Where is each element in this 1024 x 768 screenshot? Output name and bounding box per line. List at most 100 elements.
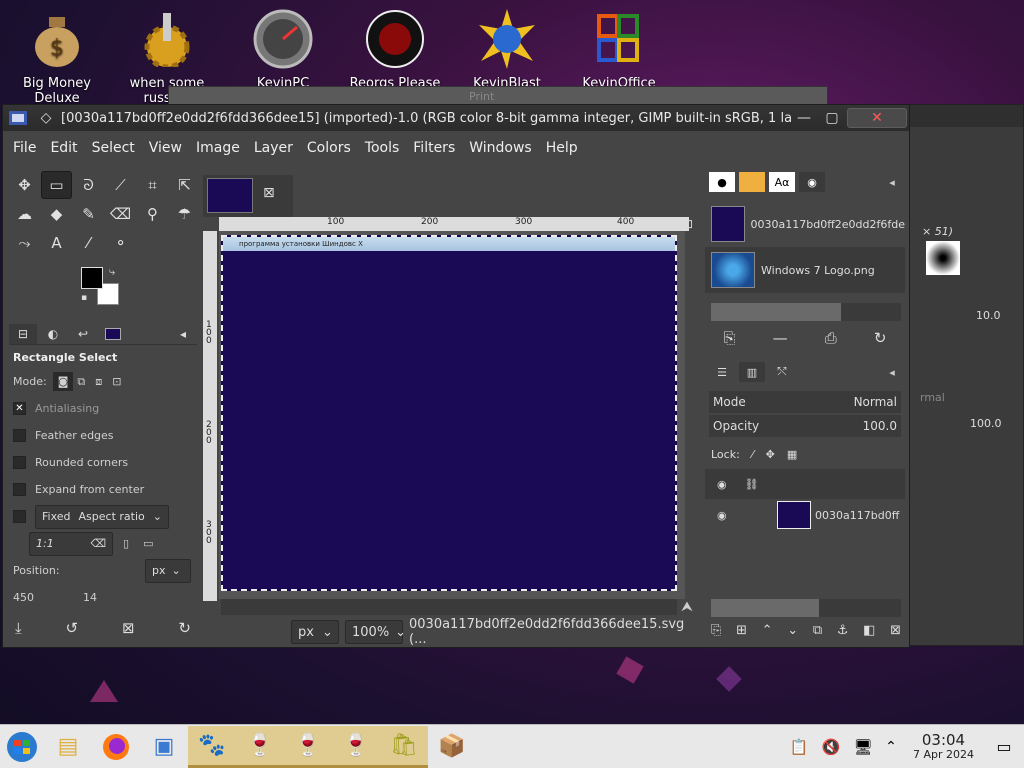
- menu-colors[interactable]: Colors: [307, 140, 351, 156]
- transform-tool-icon[interactable]: ⇱: [169, 171, 200, 199]
- feather-row[interactable]: Feather edges: [9, 422, 197, 449]
- portrait-icon[interactable]: ▯: [123, 537, 129, 550]
- lasso-tool-icon[interactable]: ᘐ: [73, 171, 104, 199]
- duplicate-layer-icon[interactable]: ⧉: [813, 623, 822, 638]
- clipboard-icon[interactable]: 📋: [783, 726, 815, 768]
- maximize-icon[interactable]: ▢: [819, 108, 845, 128]
- fixed-checkbox[interactable]: [13, 510, 26, 523]
- channels-tab-icon[interactable]: ▥: [739, 362, 765, 382]
- wine-task-icon[interactable]: 🍷: [332, 725, 380, 768]
- firefox-icon[interactable]: [92, 726, 140, 768]
- status-unit-combo[interactable]: px ⌄: [291, 620, 339, 644]
- rect-select-tool-icon[interactable]: ▭: [41, 171, 72, 199]
- color-picker-icon[interactable]: ⁄: [73, 229, 104, 257]
- menu-image[interactable]: Image: [196, 140, 240, 156]
- close-icon[interactable]: ✕: [847, 108, 907, 128]
- antialiasing-checkbox[interactable]: ✕: [13, 402, 26, 415]
- background-gimp-window[interactable]: × 51) 10.0 rmal 100.0: [905, 104, 1024, 646]
- mode-intersect-icon[interactable]: ⊡: [112, 375, 121, 388]
- image-tab[interactable]: ⊠: [203, 175, 293, 217]
- device-status-tab-icon[interactable]: ◐: [39, 324, 67, 344]
- antialiasing-row[interactable]: ✕ Antialiasing: [9, 395, 197, 422]
- rounded-checkbox[interactable]: [13, 456, 26, 469]
- desktop-icon-kevinoffice[interactable]: KevinOffice: [564, 8, 674, 91]
- mask-icon[interactable]: ◧: [863, 623, 875, 638]
- desktop-icon-reorgs[interactable]: Reorgs Please: [340, 8, 450, 91]
- smudge-tool-icon[interactable]: ☂: [169, 200, 200, 228]
- volume-muted-icon[interactable]: 🔇: [815, 726, 847, 768]
- start-button[interactable]: [0, 726, 44, 768]
- fonts-tab-icon[interactable]: Aα: [769, 172, 795, 192]
- text-tool-icon[interactable]: A: [41, 229, 72, 257]
- layers-tab-icon[interactable]: ☰: [709, 362, 735, 382]
- fixed-aspect-combo[interactable]: Fixed Aspect ratio ⌄: [35, 504, 169, 529]
- desktop-icon-kevinblast[interactable]: KevinBlast: [452, 8, 562, 91]
- images-list-item[interactable]: 0030a117bd0ff2e0dd2f6fde: [705, 201, 905, 247]
- zoom-tool-icon[interactable]: ⚬: [105, 229, 136, 257]
- menu-layer[interactable]: Layer: [254, 140, 293, 156]
- layers-scrollbar[interactable]: [711, 599, 901, 617]
- raise-layer-icon[interactable]: ⌃: [762, 623, 773, 638]
- images-tab-icon[interactable]: [99, 324, 127, 344]
- file-manager-icon[interactable]: ▤: [44, 726, 92, 768]
- delete-layer-icon[interactable]: ⊠: [890, 623, 901, 638]
- paintbrush-icon[interactable]: ✎: [73, 200, 104, 228]
- lower-layer-icon[interactable]: ⌄: [787, 623, 798, 638]
- mode-replace-icon[interactable]: ◙: [52, 372, 74, 391]
- move-tool-icon[interactable]: ✥: [9, 171, 40, 199]
- raise-view-icon[interactable]: ⎘: [724, 329, 736, 347]
- crop-tool-icon[interactable]: ⌗: [137, 171, 168, 199]
- dock-configure-icon[interactable]: ◂: [879, 362, 905, 382]
- desktop-icon-kevinpc[interactable]: KevinPC: [228, 8, 338, 91]
- lock-pixels-icon[interactable]: ⁄: [752, 448, 754, 461]
- navigate-icon[interactable]: ⮝: [681, 599, 693, 615]
- landscape-icon[interactable]: ▭: [143, 537, 153, 550]
- system-settings-icon[interactable]: ▣: [140, 726, 188, 768]
- image-layer[interactable]: программа установки Шиндовс Х: [221, 235, 677, 591]
- wine-task-icon[interactable]: 🍷: [236, 725, 284, 768]
- images-dock-tab-icon[interactable]: ◉: [799, 172, 825, 192]
- ratio-input[interactable]: 1:1 ⌫: [29, 531, 113, 556]
- clock[interactable]: 03:04 7 Apr 2024: [913, 731, 974, 762]
- warp-tool-icon[interactable]: ☁: [9, 200, 40, 228]
- bucket-fill-icon[interactable]: ◆: [41, 200, 72, 228]
- configure-tab-icon[interactable]: ◂: [169, 324, 197, 344]
- gimp-main-window[interactable]: ◇ [0030a117bd0ff2e0dd2f6fdd366dee15] (im…: [2, 104, 910, 648]
- delete-preset-icon[interactable]: ⊠: [122, 619, 135, 637]
- new-layer-icon[interactable]: ⎘: [711, 623, 721, 638]
- wine-task-icon[interactable]: 🍷: [284, 725, 332, 768]
- clone-tool-icon[interactable]: ⚲: [137, 200, 168, 228]
- images-list-item[interactable]: Windows 7 Logo.png: [705, 247, 905, 293]
- position-x-input[interactable]: 450: [13, 591, 83, 604]
- menu-tools[interactable]: Tools: [365, 140, 400, 156]
- layer-mode-combo[interactable]: Mode Normal: [709, 391, 901, 413]
- refresh-icon[interactable]: ↻: [874, 329, 887, 347]
- brushes-tab-icon[interactable]: ●: [709, 172, 735, 192]
- undo-history-tab-icon[interactable]: ↩: [69, 324, 97, 344]
- mode-subtract-icon[interactable]: ⧈: [95, 375, 102, 389]
- desktop-icon-big-money[interactable]: $ Big Money Deluxe: [2, 8, 112, 106]
- lock-alpha-icon[interactable]: ▦: [787, 448, 797, 461]
- feather-checkbox[interactable]: [13, 429, 26, 442]
- default-colors-icon[interactable]: ▪: [81, 293, 87, 303]
- patterns-tab-icon[interactable]: [739, 172, 765, 192]
- eraser-icon[interactable]: ⌫: [105, 200, 136, 228]
- paths-tab-icon[interactable]: ⤲: [769, 362, 795, 382]
- expand-checkbox[interactable]: [13, 483, 26, 496]
- new-group-icon[interactable]: ⊞: [736, 623, 747, 638]
- reset-icon[interactable]: ↻: [178, 619, 191, 637]
- restore-preset-icon[interactable]: ↺: [66, 619, 79, 637]
- menu-edit[interactable]: Edit: [50, 140, 77, 156]
- zoom-to-fit-icon[interactable]: ⊡: [683, 217, 693, 231]
- menu-help[interactable]: Help: [546, 140, 578, 156]
- dock-configure-icon[interactable]: ◂: [879, 172, 905, 192]
- unit-combo[interactable]: px ⌄: [145, 558, 191, 583]
- lock-position-icon[interactable]: ✥: [766, 448, 775, 461]
- save-preset-icon[interactable]: ⤓: [15, 619, 22, 637]
- tool-options-tab-icon[interactable]: ⊟: [9, 323, 37, 344]
- swap-colors-icon[interactable]: ⤷: [109, 265, 115, 279]
- visibility-eye-icon[interactable]: ◉: [717, 509, 777, 522]
- paths-tool-icon[interactable]: ⤳: [9, 229, 40, 257]
- menu-windows[interactable]: Windows: [469, 140, 532, 156]
- horizontal-scrollbar[interactable]: [221, 599, 677, 615]
